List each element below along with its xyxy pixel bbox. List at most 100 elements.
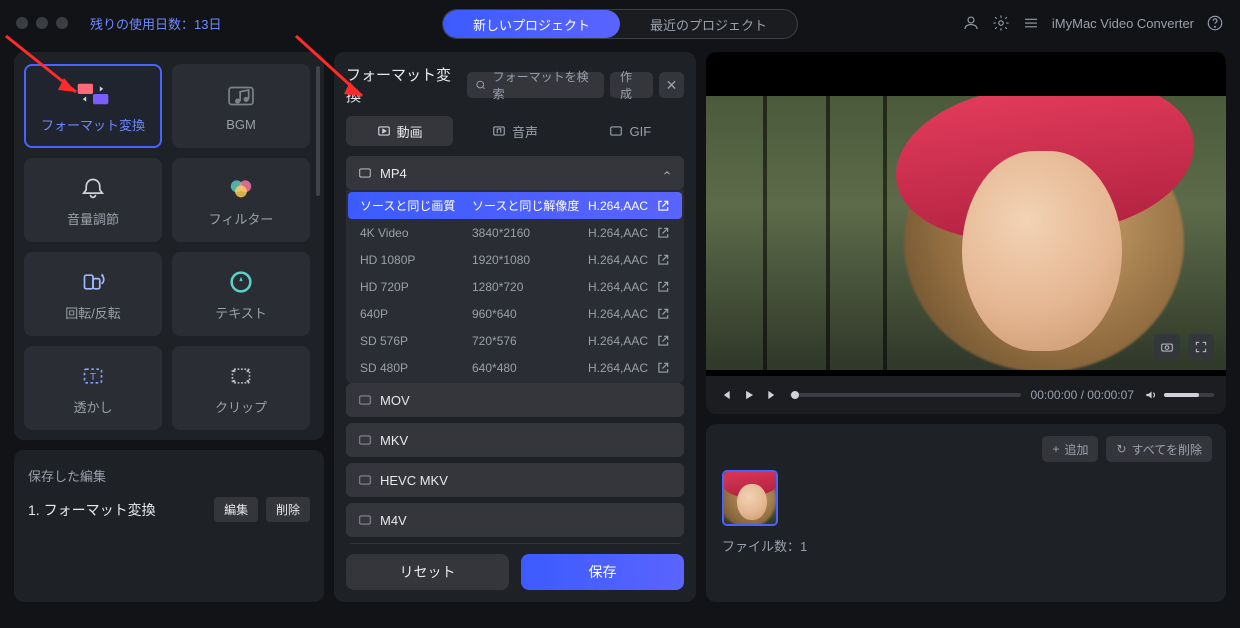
tool-format-convert-label: フォーマット変換 bbox=[41, 115, 145, 134]
format-group-avi[interactable]: AVI bbox=[346, 543, 684, 544]
file-thumbnail[interactable] bbox=[722, 470, 778, 526]
saved-delete-button[interactable]: 削除 bbox=[266, 497, 310, 522]
preview-image bbox=[706, 52, 1226, 414]
text-icon bbox=[224, 267, 258, 297]
file-count-label: ファイル数：1 bbox=[722, 536, 1210, 555]
files-panel: + 追加 ↻ すべてを削除 ファイル数：1 bbox=[706, 424, 1226, 602]
preview-panel: 00:00:00 / 00:00:07 bbox=[706, 52, 1226, 414]
reset-button[interactable]: リセット bbox=[346, 554, 509, 590]
format-group-m4v[interactable]: M4V bbox=[346, 503, 684, 537]
player-controls: 00:00:00 / 00:00:07 bbox=[706, 376, 1226, 414]
menu-icon[interactable] bbox=[1022, 14, 1040, 32]
watermark-icon: T bbox=[76, 361, 110, 391]
prev-icon[interactable] bbox=[718, 388, 732, 402]
help-icon[interactable] bbox=[1206, 14, 1224, 32]
tab-recent-project[interactable]: 最近のプロジェクト bbox=[620, 10, 797, 38]
tool-filter[interactable]: フィルター bbox=[172, 158, 310, 242]
tool-text[interactable]: テキスト bbox=[172, 252, 310, 336]
format-row[interactable]: ソースと同じ画質ソースと同じ解像度H.264,AAC bbox=[348, 192, 682, 219]
tab-gif[interactable]: GIF bbox=[577, 116, 684, 146]
tool-volume[interactable]: 音量調節 bbox=[24, 158, 162, 242]
format-row-res: 720*576 bbox=[472, 334, 580, 348]
gear-icon[interactable] bbox=[992, 14, 1010, 32]
format-row[interactable]: 640P960*640H.264,AAC bbox=[348, 300, 682, 327]
tool-grid-scrollbar[interactable] bbox=[316, 66, 320, 196]
rotate-icon bbox=[76, 267, 110, 297]
close-icon[interactable]: ✕ bbox=[659, 72, 684, 98]
external-icon[interactable] bbox=[656, 280, 670, 294]
format-row[interactable]: 4K Video 3840*2160 H.264,AAC bbox=[348, 219, 682, 246]
format-row-res: 640*480 bbox=[472, 361, 580, 375]
tool-bgm-label: BGM bbox=[226, 117, 256, 132]
external-icon[interactable] bbox=[656, 361, 670, 375]
tab-audio[interactable]: 音声 bbox=[461, 116, 568, 146]
bell-icon bbox=[76, 173, 110, 203]
window-traffic-lights[interactable] bbox=[16, 17, 68, 29]
plus-icon: + bbox=[1052, 442, 1059, 456]
bgm-icon bbox=[224, 81, 258, 111]
tool-clip[interactable]: クリップ bbox=[172, 346, 310, 430]
title-bar: 残りの使用日数：13日 新しいプロジェクト 最近のプロジェクト iMyMac V… bbox=[0, 0, 1240, 46]
add-file-button[interactable]: + 追加 bbox=[1042, 436, 1098, 462]
format-row[interactable]: HD 720P1280*720H.264,AAC bbox=[348, 273, 682, 300]
save-button[interactable]: 保存 bbox=[521, 554, 684, 590]
format-row-name: HD 720P bbox=[360, 280, 464, 294]
tool-rotate[interactable]: 回転/反転 bbox=[24, 252, 162, 336]
external-icon[interactable] bbox=[656, 307, 670, 321]
format-group-mov[interactable]: MOV bbox=[346, 383, 684, 417]
format-row-name: HD 1080P bbox=[360, 253, 464, 267]
next-icon[interactable] bbox=[766, 388, 780, 402]
format-row-codec: H.264,AAC bbox=[588, 307, 648, 321]
account-icon[interactable] bbox=[962, 14, 980, 32]
format-row-name: 4K Video bbox=[360, 226, 464, 240]
external-icon[interactable] bbox=[656, 253, 670, 267]
external-icon[interactable] bbox=[656, 334, 670, 348]
play-icon[interactable] bbox=[742, 388, 756, 402]
saved-edit-button[interactable]: 編集 bbox=[214, 497, 258, 522]
format-create-button[interactable]: 作成 bbox=[610, 72, 653, 98]
format-search-placeholder: フォーマットを検索 bbox=[493, 68, 596, 102]
format-row-codec: H.264,AAC bbox=[588, 226, 648, 240]
progress-bar[interactable] bbox=[790, 393, 1021, 397]
tool-watermark[interactable]: T 透かし bbox=[24, 346, 162, 430]
snapshot-icon[interactable] bbox=[1154, 334, 1180, 360]
tool-filter-label: フィルター bbox=[209, 209, 274, 228]
format-panel-title: フォーマット変換 bbox=[346, 64, 461, 106]
format-panel: フォーマット変換 フォーマットを検索 作成 ✕ 動画 音声 GIF bbox=[334, 52, 696, 602]
tool-bgm[interactable]: BGM bbox=[172, 64, 310, 148]
format-group-mkv[interactable]: MKV bbox=[346, 423, 684, 457]
volume-icon[interactable] bbox=[1144, 388, 1158, 402]
mp4-icon bbox=[358, 166, 372, 180]
external-icon[interactable] bbox=[656, 199, 670, 213]
tool-watermark-label: 透かし bbox=[73, 397, 112, 416]
format-row-res: 3840*2160 bbox=[472, 226, 580, 240]
media-type-tabs: 動画 音声 GIF bbox=[346, 116, 684, 146]
tool-grid: フォーマット変換 BGM 音量調節 フィルター 回転/反転 テキスト bbox=[14, 52, 324, 440]
format-group-hevc-mkv[interactable]: HEVC MKV bbox=[346, 463, 684, 497]
format-row[interactable]: SD 576P720*576H.264,AAC bbox=[348, 327, 682, 354]
format-row-name: ソースと同じ画質 bbox=[360, 197, 464, 214]
refresh-icon: ↻ bbox=[1116, 442, 1126, 456]
clip-icon bbox=[224, 361, 258, 391]
fullscreen-icon[interactable] bbox=[1188, 334, 1214, 360]
format-group-mp4[interactable]: MP4 bbox=[346, 156, 684, 190]
saved-edit-item[interactable]: 1. フォーマット変換 bbox=[28, 500, 156, 520]
volume-slider[interactable] bbox=[1164, 393, 1214, 397]
format-row[interactable]: SD 480P640*480H.264,AAC bbox=[348, 354, 682, 381]
tool-format-convert[interactable]: フォーマット変換 bbox=[24, 64, 162, 148]
tool-rotate-label: 回転/反転 bbox=[65, 303, 121, 322]
delete-all-button[interactable]: ↻ すべてを削除 bbox=[1106, 436, 1212, 462]
format-convert-icon bbox=[76, 79, 110, 109]
external-icon[interactable] bbox=[656, 226, 670, 240]
format-row-codec: H.264,AAC bbox=[588, 253, 648, 267]
tab-new-project[interactable]: 新しいプロジェクト bbox=[443, 10, 620, 38]
tool-clip-label: クリップ bbox=[215, 397, 267, 416]
format-row[interactable]: HD 1080P 1920*1080 H.264,AAC bbox=[348, 246, 682, 273]
format-row-name: 640P bbox=[360, 307, 464, 321]
format-search[interactable]: フォーマットを検索 bbox=[467, 72, 604, 98]
tab-video[interactable]: 動画 bbox=[346, 116, 453, 146]
svg-text:T: T bbox=[90, 372, 96, 383]
chevron-up-icon bbox=[662, 168, 672, 178]
tool-text-label: テキスト bbox=[215, 303, 267, 322]
format-row-res: 1920*1080 bbox=[472, 253, 580, 267]
